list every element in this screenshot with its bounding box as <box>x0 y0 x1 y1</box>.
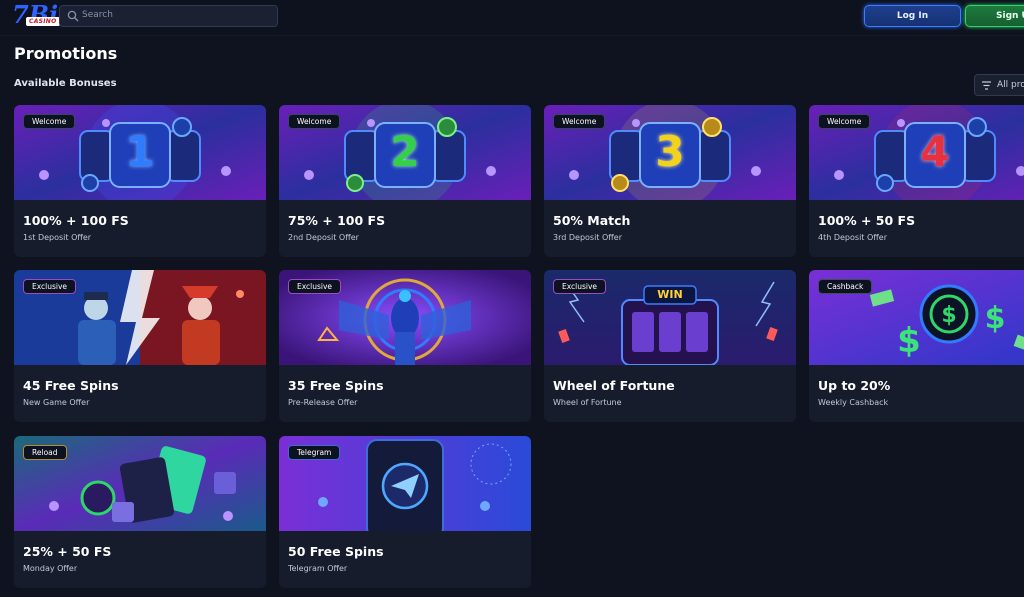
promo-subtitle: 4th Deposit Offer <box>818 233 887 242</box>
promo-title: Up to 20% <box>818 378 891 393</box>
search-input[interactable]: Search <box>59 5 278 27</box>
promo-title: 50 Free Spins <box>288 544 384 559</box>
promo-subtitle: 2nd Deposit Offer <box>288 233 359 242</box>
page-title: Promotions <box>14 44 118 63</box>
filter-icon <box>982 81 991 90</box>
promo-card-deposit-1[interactable]: 1 Welcome 100% + 100 FS 1st Deposit Offe… <box>14 105 266 257</box>
promo-badge: Cashback <box>818 279 873 294</box>
promo-badge: Exclusive <box>23 279 77 294</box>
promo-card-deposit-2[interactable]: 2 Welcome 75% + 100 FS 2nd Deposit Offer <box>279 105 531 257</box>
search-icon <box>67 10 79 22</box>
promo-numeral: 2 <box>390 127 420 176</box>
promo-card-monday-offer[interactable]: Reload 25% + 50 FS Monday Offer <box>14 436 266 588</box>
promo-card-new-game[interactable]: Exclusive 45 Free Spins New Game Offer <box>14 270 266 422</box>
promo-card-wheel-of-fortune[interactable]: WIN Exclusive Wheel of Fortune Wheel of … <box>544 270 796 422</box>
promo-title: 25% + 50 FS <box>23 544 112 559</box>
search-placeholder: Search <box>82 10 113 20</box>
promo-badge: Reload <box>23 445 67 460</box>
promo-subtitle: New Game Offer <box>23 398 90 407</box>
promo-subtitle: 3rd Deposit Offer <box>553 233 623 242</box>
svg-text:$: $ <box>897 321 921 361</box>
top-bar: 7Bit CASINO Search Log In Sign Up <box>0 0 1024 36</box>
promo-card-telegram-offer[interactable]: Telegram 50 Free Spins Telegram Offer <box>279 436 531 588</box>
promo-title: 45 Free Spins <box>23 378 119 393</box>
promo-badge: Exclusive <box>553 279 607 294</box>
promo-badge: Welcome <box>288 114 341 129</box>
promo-card-deposit-4[interactable]: 4 Welcome 100% + 50 FS 4th Deposit Offer <box>809 105 1024 257</box>
promo-numeral: 3 <box>655 127 685 176</box>
promo-subtitle: Weekly Cashback <box>818 398 889 407</box>
promo-numeral: 4 <box>920 127 950 176</box>
promo-badge: Welcome <box>23 114 76 129</box>
promo-numeral: 1 <box>125 127 155 176</box>
promo-title: 35 Free Spins <box>288 378 384 393</box>
promo-title: 50% Match <box>553 213 631 228</box>
section-title: Available Bonuses <box>14 78 117 89</box>
signup-button[interactable]: Sign Up <box>965 5 1024 27</box>
promo-card-weekly-cashback[interactable]: $ $ $ Cashback Up to 20% Weekly Cashback <box>809 270 1024 422</box>
win-sign: WIN <box>657 288 683 301</box>
promo-subtitle: Wheel of Fortune <box>553 398 622 407</box>
promo-subtitle: Pre-Release Offer <box>288 398 358 407</box>
promo-subtitle: Telegram Offer <box>288 564 348 573</box>
promo-card-pre-release[interactable]: Exclusive 35 Free Spins Pre-Release Offe… <box>279 270 531 422</box>
promo-title: 100% + 50 FS <box>818 213 916 228</box>
login-button[interactable]: Log In <box>864 5 961 27</box>
promo-badge: Welcome <box>553 114 606 129</box>
promo-title: 75% + 100 FS <box>288 213 386 228</box>
promo-badge: Exclusive <box>288 279 342 294</box>
promo-badge: Telegram <box>288 445 341 460</box>
promo-card-deposit-3[interactable]: 3 Welcome 50% Match 3rd Deposit Offer <box>544 105 796 257</box>
promo-subtitle: Monday Offer <box>23 564 78 573</box>
casino-logo[interactable]: 7Bit CASINO <box>12 1 69 30</box>
promo-badge: Welcome <box>818 114 871 129</box>
promo-title: 100% + 100 FS <box>23 213 129 228</box>
svg-text:$: $ <box>941 303 956 328</box>
promo-subtitle: 1st Deposit Offer <box>23 233 92 242</box>
svg-text:$: $ <box>985 301 1006 336</box>
promotions-filter-dropdown[interactable]: All promotions <box>974 74 1024 96</box>
filter-label: All promotions <box>997 80 1024 90</box>
promo-title: Wheel of Fortune <box>553 378 675 393</box>
